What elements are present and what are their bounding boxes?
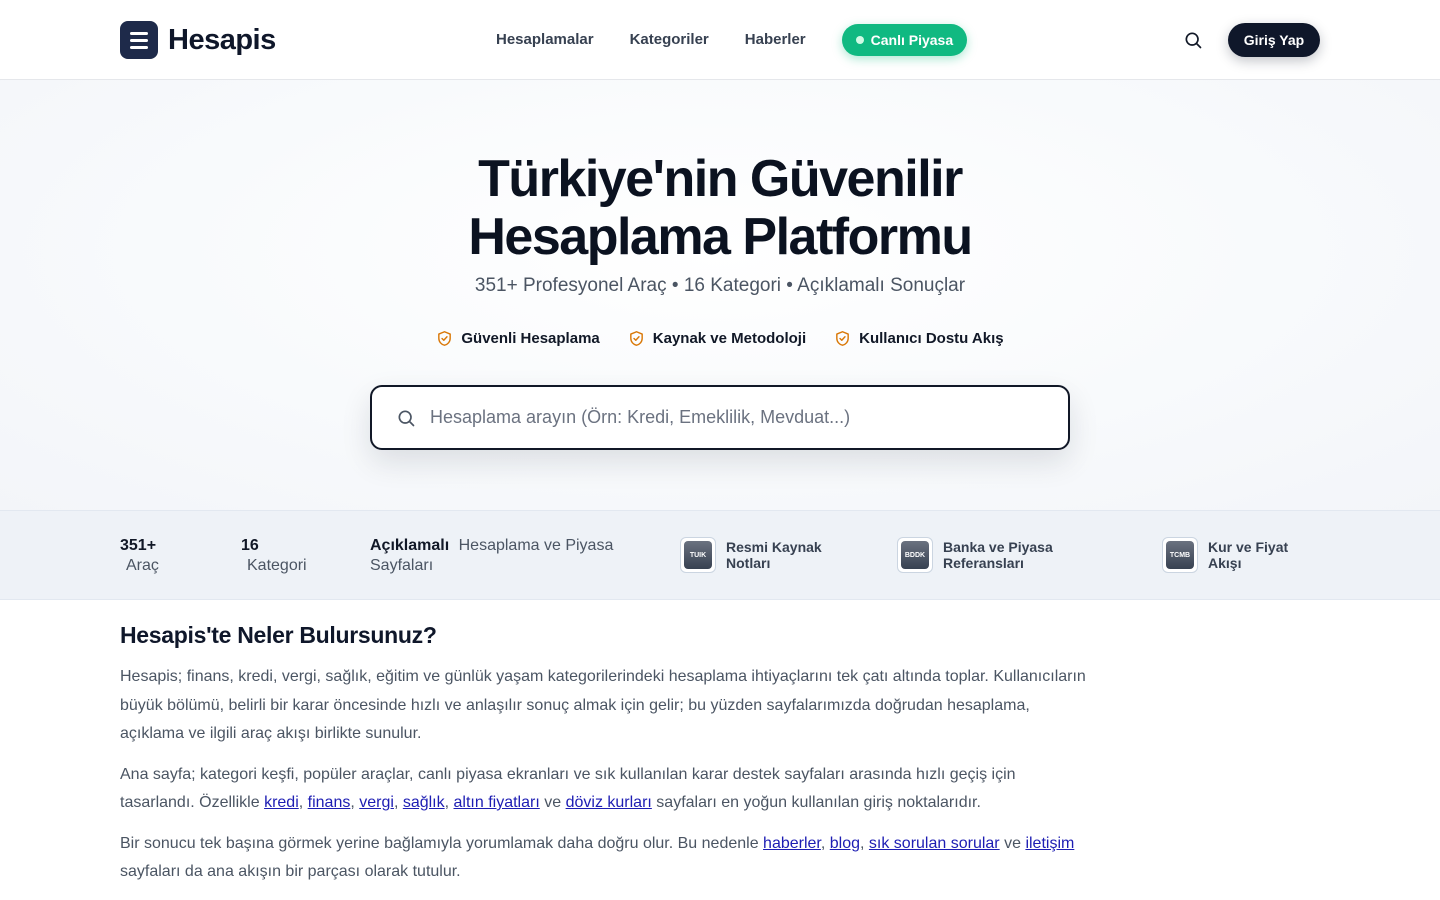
link-finans[interactable]: finans bbox=[308, 794, 351, 811]
hero-search-box[interactable] bbox=[370, 385, 1070, 450]
shield-check-icon bbox=[836, 331, 850, 346]
trust-badges: Güvenli Hesaplama Kaynak ve Metodoloji K… bbox=[0, 330, 1440, 347]
stat-tools-label: Araç bbox=[126, 557, 159, 574]
link-blog[interactable]: blog bbox=[830, 835, 860, 852]
source-line1: Banka ve Piyasa bbox=[943, 539, 1053, 555]
search-icon[interactable] bbox=[1183, 30, 1203, 50]
hero-subtitle: 351+ Profesyonel Araç • 16 Kategori • Aç… bbox=[474, 275, 966, 296]
stat-description-rest: Hesaplama ve Piyasa bbox=[458, 537, 614, 554]
search-input[interactable] bbox=[430, 407, 1030, 428]
tuik-logo-icon: TUIK bbox=[680, 537, 716, 573]
source-tcmb: TCMB Kur ve Fiyat Akışı bbox=[1162, 537, 1288, 573]
source-line1: Kur ve Fiyat bbox=[1208, 539, 1289, 555]
source-line2: Referansları bbox=[943, 555, 1024, 571]
source-tuik: TUIK Resmi Kaynak Notları bbox=[680, 537, 822, 573]
about-section: Hesapis'te Neler Bulursunuz? Hesapis; fi… bbox=[120, 622, 1090, 899]
live-market-button[interactable]: Canlı Piyasa bbox=[841, 24, 968, 56]
link-kredi[interactable]: kredi bbox=[264, 794, 299, 811]
source-line1: Resmi Kaynak bbox=[726, 539, 822, 555]
stat-tools: 351+ Araç bbox=[120, 536, 159, 576]
login-button[interactable]: Giriş Yap bbox=[1228, 23, 1320, 57]
badge-label: Kaynak ve Metodoloji bbox=[652, 330, 807, 347]
menu-icon bbox=[120, 21, 158, 59]
nav-kategoriler[interactable]: Kategoriler bbox=[630, 24, 709, 56]
search-icon bbox=[398, 410, 415, 426]
stat-description: Açıklamalı Hesaplama ve Piyasa Sayfaları bbox=[370, 536, 613, 576]
link-altin-fiyatlari[interactable]: altın fiyatları bbox=[454, 794, 540, 811]
link-doviz-kurlari[interactable]: döviz kurları bbox=[566, 794, 652, 811]
nav-haberler[interactable]: Haberler bbox=[745, 24, 806, 56]
badge-label: Kullanıcı Dostu Akış bbox=[859, 330, 1004, 347]
live-dot-icon bbox=[855, 36, 864, 44]
hero-title-line1: Türkiye'nin Güvenilir bbox=[478, 150, 963, 208]
shield-check-icon bbox=[629, 331, 643, 346]
hero-title-line2: Hesaplama Platformu bbox=[468, 208, 973, 266]
source-bddk: BDDK Banka ve Piyasa Referansları bbox=[897, 537, 1053, 573]
stat-tools-number: 351+ bbox=[120, 537, 157, 554]
link-sss[interactable]: sık sorulan sorular bbox=[869, 835, 1000, 852]
stat-description-line2: Sayfaları bbox=[370, 557, 434, 574]
source-line2: Notları bbox=[726, 555, 771, 571]
stat-categories-number: 16 bbox=[241, 537, 259, 554]
site-header: Hesapis Hesaplamalar Kategoriler Haberle… bbox=[0, 0, 1440, 80]
main-nav: Hesaplamalar Kategoriler Haberler Canlı … bbox=[496, 24, 968, 56]
link-iletisim[interactable]: iletişim bbox=[1025, 835, 1074, 852]
stats-strip: 351+ Araç 16 Kategori Açıklamalı Hesapla… bbox=[0, 510, 1440, 600]
hero-section: Türkiye'nin Güvenilir Hesaplama Platform… bbox=[0, 80, 1440, 510]
stat-description-bold: Açıklamalı bbox=[370, 537, 450, 554]
tcmb-logo-icon: TCMB bbox=[1162, 537, 1198, 573]
badge-source: Kaynak ve Metodoloji bbox=[628, 330, 806, 347]
link-vergi[interactable]: vergi bbox=[359, 794, 394, 811]
badge-label: Güvenli Hesaplama bbox=[461, 330, 600, 347]
stat-categories: 16 Kategori bbox=[241, 536, 307, 576]
about-heading: Hesapis'te Neler Bulursunuz? bbox=[120, 622, 437, 648]
link-saglik[interactable]: sağlık bbox=[403, 794, 445, 811]
about-paragraph-2: Ana sayfa; kategori keşfi, popüler araçl… bbox=[120, 765, 1016, 812]
link-haberler[interactable]: haberler bbox=[763, 835, 821, 852]
about-paragraph-3: Bir sonucu tek başına görmek yerine bağl… bbox=[120, 834, 1075, 881]
logo[interactable]: Hesapis bbox=[120, 21, 276, 59]
hero-title: Türkiye'nin Güvenilir Hesaplama Platform… bbox=[0, 150, 1440, 266]
shield-check-icon bbox=[438, 331, 452, 346]
logo-text: Hesapis bbox=[168, 23, 276, 56]
badge-user-friendly: Kullanıcı Dostu Akış bbox=[834, 330, 1004, 347]
badge-secure: Güvenli Hesaplama bbox=[436, 330, 600, 347]
source-line2: Akışı bbox=[1208, 555, 1242, 571]
nav-hesaplamalar[interactable]: Hesaplamalar bbox=[496, 24, 594, 56]
about-paragraph-1: Hesapis; finans, kredi, vergi, sağlık, e… bbox=[120, 668, 1086, 742]
live-market-label: Canlı Piyasa bbox=[870, 32, 954, 48]
stat-categories-label: Kategori bbox=[247, 557, 307, 574]
bddk-logo-icon: BDDK bbox=[897, 537, 933, 573]
